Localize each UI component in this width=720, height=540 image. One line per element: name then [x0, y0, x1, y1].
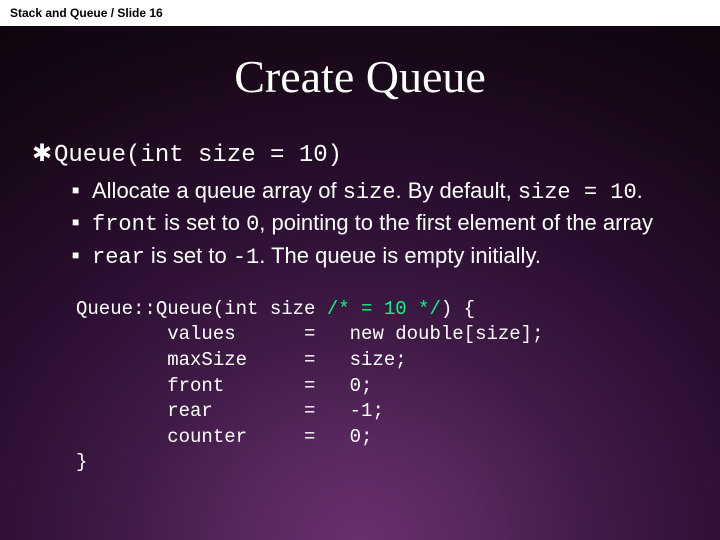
code-inline: 0 [246, 212, 259, 237]
text-part: . [637, 178, 643, 203]
square-bullet-icon: ■ [72, 242, 92, 264]
text-part: , pointing to the first element of the a… [259, 210, 653, 235]
subbullet-allocate-text: Allocate a queue array of size. By defau… [92, 177, 696, 208]
slide-body: ✱ Queue(int size = 10) ■ Allocate a queu… [32, 140, 696, 476]
slide-header: Stack and Queue / Slide 16 [0, 0, 720, 26]
code-inline: -1 [233, 245, 259, 270]
subbullet-rear-text: rear is set to -1. The queue is empty in… [92, 242, 696, 273]
square-bullet-icon: ■ [72, 209, 92, 231]
code-inline: rear [92, 245, 145, 270]
code-line-part: ) { [441, 298, 475, 320]
text-part: . The queue is empty initially. [259, 243, 541, 268]
subbullet-allocate: ■ Allocate a queue array of size. By def… [72, 177, 696, 208]
slide: Stack and Queue / Slide 16 Create Queue … [0, 0, 720, 540]
code-line: values = new double[size]; [76, 323, 543, 345]
square-bullet-icon: ■ [72, 177, 92, 199]
slide-title: Create Queue [0, 50, 720, 103]
code-line: front = 0; [76, 375, 372, 397]
text-part: is set to [158, 210, 246, 235]
text-part: . By default, [396, 178, 518, 203]
code-comment: /* = 10 */ [327, 298, 441, 320]
star-bullet-icon: ✱ [32, 140, 54, 169]
text-part: is set to [145, 243, 233, 268]
subbullet-front: ■ front is set to 0, pointing to the fir… [72, 209, 696, 240]
subbullet-rear: ■ rear is set to -1. The queue is empty … [72, 242, 696, 273]
code-block: Queue::Queue(int size /* = 10 */) { valu… [76, 297, 696, 476]
code-line-part: Queue::Queue(int size [76, 298, 327, 320]
code-line: counter = 0; [76, 426, 372, 448]
code-inline: size [343, 180, 396, 205]
bullet-constructor: ✱ Queue(int size = 10) [32, 140, 696, 171]
code-line: maxSize = size; [76, 349, 407, 371]
text-part: Allocate a queue array of [92, 178, 343, 203]
code-inline: size = 10 [518, 180, 637, 205]
code-line: } [76, 451, 87, 473]
slide-header-label: Stack and Queue / Slide 16 [10, 6, 163, 20]
subbullet-front-text: front is set to 0, pointing to the first… [92, 209, 696, 240]
code-inline: front [92, 212, 158, 237]
code-line: rear = -1; [76, 400, 384, 422]
bullet-constructor-text: Queue(int size = 10) [54, 142, 342, 171]
